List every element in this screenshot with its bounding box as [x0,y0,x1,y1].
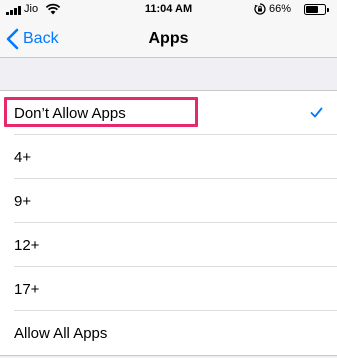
option-label: 12+ [14,236,40,254]
option-dont-allow-apps[interactable]: Don’t Allow Apps [0,91,337,135]
option-label: Allow All Apps [14,324,108,342]
rotation-lock-icon [254,3,266,15]
apps-rating-list: Don’t Allow Apps 4+ 9+ 12+ 17+ Allow All… [0,90,337,356]
option-label: Don’t Allow Apps [14,104,126,122]
option-9-plus[interactable]: 9+ [0,179,337,223]
option-17-plus[interactable]: 17+ [0,267,337,311]
page-title: Apps [148,30,189,47]
option-label: 4+ [14,148,32,166]
option-12-plus[interactable]: 12+ [0,223,337,267]
battery-percent: 66% [269,3,292,15]
status-bar: Jio 11:04 AM 66% [0,0,337,20]
option-4-plus[interactable]: 4+ [0,135,337,179]
option-label: 9+ [14,192,32,210]
navigation-bar: Back Apps [0,20,337,58]
option-allow-all-apps[interactable]: Allow All Apps [0,311,337,355]
option-label: 17+ [14,280,40,298]
checkmark-icon [310,107,323,118]
battery-icon [304,4,329,15]
